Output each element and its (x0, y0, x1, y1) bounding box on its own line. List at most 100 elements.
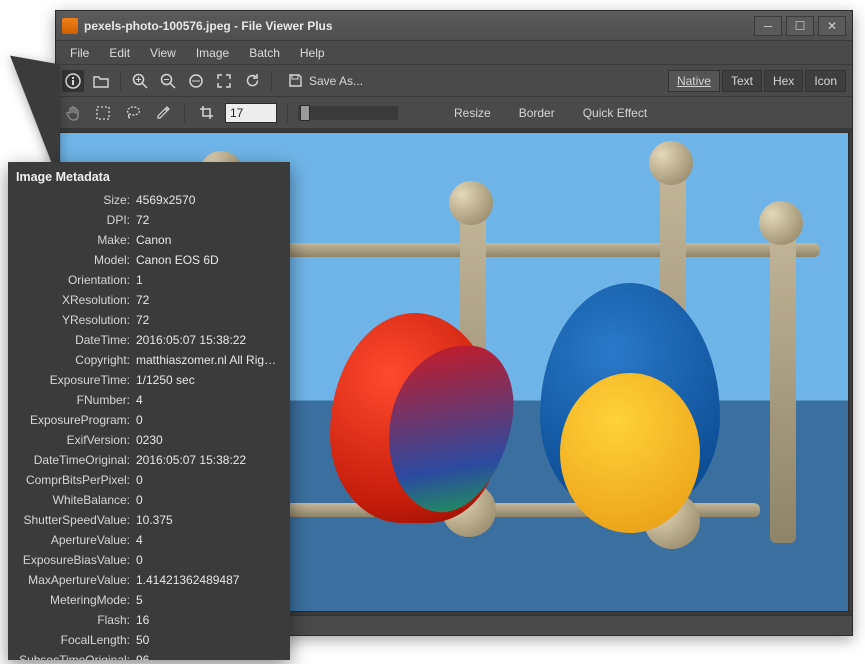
toolbar-secondary: Resize Border Quick Effect (56, 97, 852, 129)
toolbar-separator (120, 71, 121, 91)
metadata-value: 72 (136, 290, 282, 310)
tab-native[interactable]: Native (668, 70, 720, 92)
metadata-key: Model: (16, 250, 136, 270)
tab-icon[interactable]: Icon (805, 70, 846, 92)
metadata-value: 4569x2570 (136, 190, 282, 210)
border-button[interactable]: Border (509, 106, 565, 120)
hand-tool-icon[interactable] (62, 102, 84, 124)
tab-text[interactable]: Text (722, 70, 762, 92)
metadata-row: Orientation:1 (16, 270, 282, 290)
metadata-key: Flash: (16, 610, 136, 630)
metadata-value: 0 (136, 490, 282, 510)
menu-image[interactable]: Image (188, 44, 237, 62)
view-mode-tabs: Native Text Hex Icon (668, 70, 846, 92)
metadata-key: ApertureValue: (16, 530, 136, 550)
metadata-row: DPI:72 (16, 210, 282, 230)
toolbar-separator (184, 103, 185, 123)
minimize-button[interactable]: ─ (754, 16, 782, 36)
metadata-title: Image Metadata (16, 170, 282, 184)
metadata-rows: Size:4569x2570DPI:72Make:CanonModel:Cano… (16, 190, 282, 660)
menu-help[interactable]: Help (292, 44, 333, 62)
app-icon (62, 18, 78, 34)
folder-open-icon[interactable] (90, 70, 112, 92)
metadata-value: 4 (136, 530, 282, 550)
zoom-value-input[interactable] (225, 103, 277, 123)
zoom-reset-icon[interactable] (185, 70, 207, 92)
slider-thumb[interactable] (300, 105, 310, 121)
refresh-icon[interactable] (241, 70, 263, 92)
metadata-value: 0230 (136, 430, 282, 450)
metadata-value: 0 (136, 410, 282, 430)
metadata-value: 1/1250 sec (136, 370, 282, 390)
window-title: pexels-photo-100576.jpeg - File Viewer P… (84, 19, 754, 33)
metadata-key: ExposureTime: (16, 370, 136, 390)
metadata-key: Make: (16, 230, 136, 250)
menu-edit[interactable]: Edit (101, 44, 138, 62)
save-as-label: Save As... (309, 74, 363, 88)
metadata-value: 1 (136, 270, 282, 290)
metadata-key: DateTimeOriginal: (16, 450, 136, 470)
metadata-key: ExposureProgram: (16, 410, 136, 430)
menu-file[interactable]: File (62, 44, 97, 62)
menu-view[interactable]: View (142, 44, 184, 62)
toolbar-primary: Save As... Native Text Hex Icon (56, 65, 852, 97)
image-subject-belly (560, 373, 700, 533)
close-button[interactable]: ✕ (818, 16, 846, 36)
metadata-key: DateTime: (16, 330, 136, 350)
toolbar-separator (287, 103, 288, 123)
metadata-key: ShutterSpeedValue: (16, 510, 136, 530)
metadata-value: 2016:05:07 15:38:22 (136, 330, 282, 350)
color-picker-icon[interactable] (152, 102, 174, 124)
fullscreen-icon[interactable] (213, 70, 235, 92)
metadata-value: Canon EOS 6D (136, 250, 282, 270)
window-controls: ─ ☐ ✕ (754, 16, 846, 36)
metadata-row: ShutterSpeedValue:10.375 (16, 510, 282, 530)
metadata-row: ExposureTime:1/1250 sec (16, 370, 282, 390)
crop-icon[interactable] (195, 102, 217, 124)
save-as-button[interactable]: Save As... (280, 73, 371, 88)
metadata-key: DPI: (16, 210, 136, 230)
metadata-key: FNumber: (16, 390, 136, 410)
tab-hex[interactable]: Hex (764, 70, 803, 92)
metadata-value: 96 (136, 650, 282, 660)
metadata-row: MaxApertureValue:1.41421362489487 (16, 570, 282, 590)
maximize-button[interactable]: ☐ (786, 16, 814, 36)
metadata-row: FNumber:4 (16, 390, 282, 410)
metadata-row: ExifVersion:0230 (16, 430, 282, 450)
metadata-key: SubsecTimeOriginal: (16, 650, 136, 660)
zoom-slider[interactable] (298, 106, 398, 120)
metadata-key: MaxApertureValue: (16, 570, 136, 590)
save-icon (288, 73, 303, 88)
quick-effect-button[interactable]: Quick Effect (573, 106, 657, 120)
metadata-key: ExposureBiasValue: (16, 550, 136, 570)
zoom-out-icon[interactable] (157, 70, 179, 92)
metadata-key: MeteringMode: (16, 590, 136, 610)
metadata-row: WhiteBalance:0 (16, 490, 282, 510)
info-icon[interactable] (62, 70, 84, 92)
metadata-value: 72 (136, 210, 282, 230)
menu-bar: File Edit View Image Batch Help (56, 41, 852, 65)
toolbar-separator (271, 71, 272, 91)
metadata-value: 5 (136, 590, 282, 610)
metadata-row: Make:Canon (16, 230, 282, 250)
metadata-key: Copyright: (16, 350, 136, 370)
metadata-row: SubsecTimeOriginal:96 (16, 650, 282, 660)
metadata-row: Flash:16 (16, 610, 282, 630)
zoom-in-icon[interactable] (129, 70, 151, 92)
metadata-row: YResolution:72 (16, 310, 282, 330)
marquee-select-icon[interactable] (92, 102, 114, 124)
metadata-row: Model:Canon EOS 6D (16, 250, 282, 270)
resize-button[interactable]: Resize (444, 106, 501, 120)
metadata-key: FocalLength: (16, 630, 136, 650)
metadata-panel: Image Metadata Size:4569x2570DPI:72Make:… (8, 162, 290, 660)
metadata-value: 4 (136, 390, 282, 410)
metadata-row: Copyright:matthiaszomer.nl All Rights Re… (16, 350, 282, 370)
lasso-select-icon[interactable] (122, 102, 144, 124)
metadata-key: YResolution: (16, 310, 136, 330)
title-bar: pexels-photo-100576.jpeg - File Viewer P… (56, 11, 852, 41)
menu-batch[interactable]: Batch (241, 44, 288, 62)
metadata-row: ApertureValue:4 (16, 530, 282, 550)
metadata-row: DateTimeOriginal:2016:05:07 15:38:22 (16, 450, 282, 470)
metadata-value: 0 (136, 470, 282, 490)
metadata-key: ExifVersion: (16, 430, 136, 450)
